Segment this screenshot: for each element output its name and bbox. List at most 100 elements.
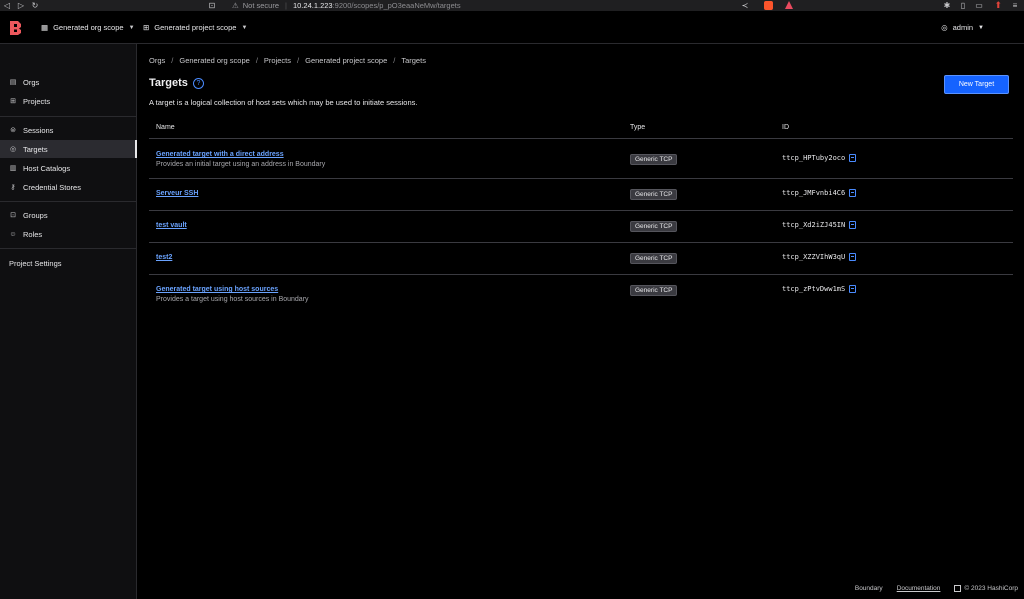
back-icon[interactable]: ◁: [0, 0, 14, 11]
not-secure-label: Not secure: [242, 1, 280, 10]
sidebar: ▤ Orgs ⊞ Projects ⊜ Sessions ◎ Targets ▥…: [0, 44, 137, 599]
breadcrumb-targets: Targets: [401, 56, 426, 65]
sidebar-item-label: Targets: [23, 144, 48, 154]
boundary-logo-icon[interactable]: [9, 20, 23, 36]
copy-icon[interactable]: [849, 221, 857, 229]
new-target-button[interactable]: New Target: [944, 75, 1009, 94]
breadcrumb-org-scope[interactable]: Generated org scope: [179, 56, 249, 65]
target-name-link[interactable]: Serveur SSH: [156, 190, 198, 197]
wallet-icon[interactable]: ▭: [972, 0, 986, 11]
type-badge: Generic TCP: [630, 285, 678, 296]
user-name: admin: [952, 23, 974, 32]
target-name-link[interactable]: Generated target using host sources: [156, 286, 278, 293]
table-row: Serveur SSH Generic TCP ttcp_JMFvnbi4C6: [149, 178, 1013, 210]
type-badge: Generic TCP: [630, 189, 678, 200]
copy-icon[interactable]: [849, 253, 857, 261]
target-id: ttcp_Xd2iZJ45IN: [782, 221, 857, 229]
sidebar-item-projects[interactable]: ⊞ Projects: [0, 92, 137, 110]
column-header-name: Name: [156, 124, 175, 131]
type-badge: Generic TCP: [630, 221, 678, 232]
table-row: test2 Generic TCP ttcp_XZZVIhW3qU: [149, 242, 1013, 274]
target-id: ttcp_XZZVIhW3qU: [782, 253, 857, 261]
sidebar-item-label: Orgs: [23, 77, 40, 87]
target-id: ttcp_HPTuby2oco: [782, 154, 857, 162]
table-row: test vault Generic TCP ttcp_Xd2iZJ45IN: [149, 210, 1013, 242]
breadcrumb-orgs[interactable]: Orgs: [149, 56, 165, 65]
table-row: Generated target with a direct address P…: [149, 138, 1013, 178]
copyright: © 2023 HashiCorp: [954, 584, 1018, 592]
target-description: Provides a target using host sources in …: [156, 296, 309, 303]
brave-rewards-icon[interactable]: [785, 1, 793, 9]
browser-toolbar: ◁ ▷ ↻ ⊡ ⚠ Not secure | 10.24.1.223:9200/…: [0, 0, 1024, 11]
page-title-text: Targets: [149, 77, 188, 89]
sidebar-item-label: Roles: [23, 229, 43, 239]
grid-icon: ⊞: [143, 23, 150, 32]
bookmark-icon[interactable]: ⊡: [205, 0, 219, 11]
breadcrumb-project-scope[interactable]: Generated project scope: [305, 56, 387, 65]
key-icon: ⚷: [10, 184, 16, 191]
reload-icon[interactable]: ↻: [28, 0, 42, 11]
building-icon: ▦: [41, 23, 49, 32]
org-icon: ▤: [9, 79, 17, 86]
chevron-down-icon: ▼: [241, 24, 248, 31]
address-bar[interactable]: ⚠ Not secure | 10.24.1.223:9200/scopes/p…: [232, 0, 461, 11]
help-icon[interactable]: ?: [192, 77, 204, 89]
breadcrumb-projects[interactable]: Projects: [264, 56, 291, 65]
server-icon: ▥: [9, 165, 17, 172]
chevron-down-icon: ▼: [128, 24, 135, 31]
copy-icon[interactable]: [849, 154, 857, 162]
project-scope-selector[interactable]: ⊞ Generated project scope ▼: [143, 11, 247, 44]
update-icon[interactable]: ⬆: [994, 0, 1002, 11]
target-id: ttcp_JMFvnbi4C6: [782, 189, 857, 197]
sidebar-item-sessions[interactable]: ⊜ Sessions: [0, 121, 137, 139]
warning-icon: ⚠: [232, 1, 239, 10]
hashicorp-logo-icon: [954, 584, 962, 592]
roles-icon: ☺: [9, 230, 17, 238]
app-header: ▦ Generated org scope ▼ ⊞ Generated proj…: [0, 11, 1024, 44]
copy-icon[interactable]: [849, 285, 857, 293]
sidebar-item-label: Projects: [23, 96, 51, 106]
sidebar-item-label: Project Settings: [9, 258, 62, 268]
chevron-down-icon: ▼: [978, 24, 984, 31]
share-icon[interactable]: ≺: [738, 0, 752, 11]
brave-shield-icon[interactable]: [764, 1, 773, 10]
sidebar-item-label: Credential Stores: [23, 182, 81, 192]
target-name-link[interactable]: Generated target with a direct address: [156, 151, 284, 158]
sidebar-item-label: Sessions: [23, 125, 54, 135]
target-id-text: ttcp_HPTuby2oco: [782, 154, 846, 162]
footer: Boundary Documentation © 2023 HashiCorp: [854, 584, 1018, 592]
menu-icon[interactable]: ≡: [1008, 0, 1022, 11]
page-title: Targets ?: [149, 77, 204, 89]
user-icon: ◎: [941, 23, 948, 32]
sidebar-item-targets[interactable]: ◎ Targets: [0, 140, 137, 158]
target-name-link[interactable]: test vault: [156, 222, 187, 229]
type-badge: Generic TCP: [630, 253, 678, 264]
sidebar-toggle-icon[interactable]: ▯: [956, 0, 970, 11]
grid-icon: ⊞: [10, 98, 16, 105]
sidebar-item-label: Groups: [23, 210, 48, 220]
main-content: Orgs / Generated org scope / Projects / Gen…: [138, 44, 1024, 599]
sidebar-item-host-catalogs[interactable]: ▥ Host Catalogs: [0, 159, 137, 177]
target-name-link[interactable]: test2: [156, 254, 172, 261]
groups-icon: ⊡: [10, 212, 16, 219]
org-scope-selector[interactable]: ▦ Generated org scope ▼: [41, 11, 135, 44]
forward-icon[interactable]: ▷: [14, 0, 28, 11]
copy-icon[interactable]: [849, 189, 857, 197]
sidebar-item-roles[interactable]: ☺ Roles: [0, 225, 137, 243]
column-header-type: Type: [630, 124, 646, 131]
sidebar-item-orgs[interactable]: ▤ Orgs: [0, 73, 137, 91]
sidebar-item-project-settings[interactable]: Project Settings: [0, 254, 137, 272]
sidebar-item-credential-stores[interactable]: ⚷ Credential Stores: [0, 178, 137, 196]
footer-boundary: Boundary: [854, 584, 883, 592]
documentation-link[interactable]: Documentation: [897, 585, 941, 592]
page-description: A target is a logical collection of host…: [149, 98, 418, 107]
target-id: ttcp_zPtvDww1mS: [782, 285, 857, 293]
extensions-icon[interactable]: ✱: [940, 0, 954, 11]
user-menu[interactable]: ◎ admin ▼: [941, 11, 984, 44]
project-scope-label: Generated project scope: [154, 23, 237, 32]
table-row: Generated target using host sources Prov…: [149, 274, 1013, 314]
sidebar-item-groups[interactable]: ⊡ Groups: [0, 206, 137, 224]
copyright-text: © 2023 HashiCorp: [964, 585, 1018, 592]
type-badge: Generic TCP: [630, 154, 678, 165]
breadcrumb: Orgs / Generated org scope / Projects / Gen…: [149, 56, 426, 65]
